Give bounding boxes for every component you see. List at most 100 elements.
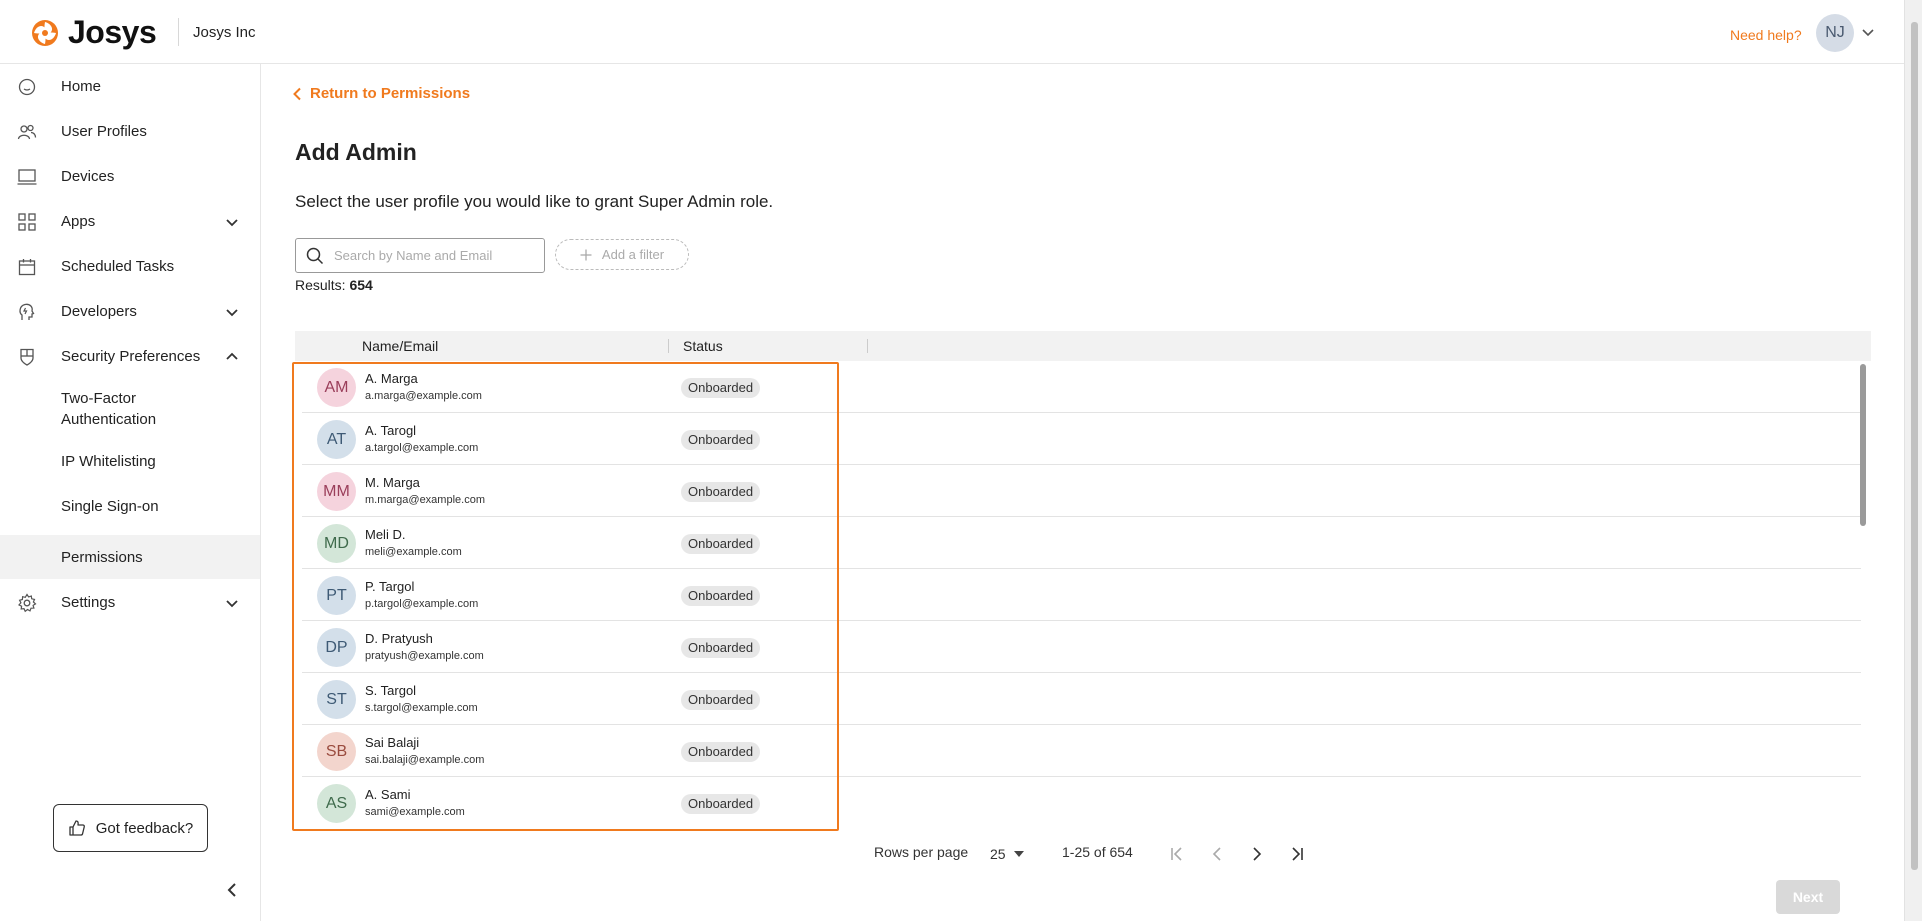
avatar-initials: AM <box>324 378 349 396</box>
sidebar-item-apps[interactable]: Apps <box>0 199 260 244</box>
sidebar-item-label: Apps <box>61 213 96 230</box>
previous-page-icon[interactable] <box>1208 845 1226 863</box>
table-row[interactable]: SB Sai Balaji sai.balaji@example.com Onb… <box>302 725 1861 777</box>
org-name: Josys Inc <box>193 24 256 41</box>
developer-icon <box>19 303 35 320</box>
next-button[interactable]: Next <box>1776 880 1840 914</box>
chevron-down-icon[interactable] <box>225 596 239 610</box>
status-badge: Onboarded <box>681 690 761 710</box>
rows-per-page-label: Rows per page <box>874 844 969 860</box>
table-row[interactable]: AT A. Tarogl a.targol@example.com Onboar… <box>302 413 1861 465</box>
search-input[interactable] <box>334 248 534 263</box>
sidebar-item-scheduled-tasks[interactable]: Scheduled Tasks <box>0 244 260 289</box>
status-badge: Onboarded <box>681 638 761 658</box>
results-label: Results: <box>295 277 346 293</box>
user-name: A. Marga <box>365 371 418 386</box>
window-scrollbar-thumb[interactable] <box>1911 22 1918 870</box>
table-row[interactable]: AS A. Sami sami@example.com Onboarded <box>302 777 1861 829</box>
user-name: M. Marga <box>365 475 420 490</box>
window-scrollbar[interactable] <box>1904 0 1922 921</box>
need-help-link[interactable]: Need help? <box>1730 27 1802 43</box>
avatar-initials: SB <box>325 742 348 760</box>
thumbs-up-icon <box>69 820 85 836</box>
avatar-initials: AT <box>326 430 347 448</box>
sidebar-item-label: Single Sign-on <box>61 498 159 515</box>
table-row[interactable]: MM M. Marga m.marga@example.com Onboarde… <box>302 465 1861 517</box>
home-icon <box>18 78 36 95</box>
sidebar: Home User Profiles Devices Apps Schedule… <box>0 64 261 921</box>
sidebar-item-label: IP Whitelisting <box>61 453 156 470</box>
sidebar-item-single-sign-on[interactable]: Single Sign-on <box>0 484 260 529</box>
next-button-label: Next <box>1792 889 1824 905</box>
table-row[interactable]: MD Meli D. meli@example.com Onboarded <box>302 517 1861 569</box>
sidebar-item-label: Two-Factor Authentication <box>61 390 157 428</box>
avatar: MM <box>317 472 356 511</box>
page-title: Add Admin <box>295 139 417 165</box>
back-link-label: Return to Permissions <box>310 85 471 102</box>
sidebar-item-settings[interactable]: Settings <box>0 580 260 625</box>
avatar: MD <box>317 524 356 563</box>
sidebar-item-developers[interactable]: Developers <box>0 289 260 334</box>
column-divider[interactable] <box>867 339 868 353</box>
sidebar-item-label: Developers <box>61 303 137 320</box>
user-email: sai.balaji@example.com <box>365 754 485 766</box>
column-divider[interactable] <box>668 339 669 353</box>
rows-per-page-select[interactable]: 25 <box>990 844 1024 864</box>
status-badge: Onboarded <box>681 742 761 762</box>
user-email: p.targol@example.com <box>365 598 479 610</box>
feedback-label: Got feedback? <box>95 819 194 837</box>
sidebar-item-security-preferences[interactable]: Security Preferences <box>0 334 260 379</box>
plus-icon <box>580 249 592 260</box>
user-avatar[interactable]: NJ <box>1816 14 1854 52</box>
sidebar-item-label: Permissions <box>61 549 143 566</box>
status-badge: Onboarded <box>681 378 761 398</box>
sidebar-item-devices[interactable]: Devices <box>0 154 260 199</box>
column-header-name-email[interactable]: Name/Email <box>362 338 438 354</box>
avatar: AT <box>317 420 356 459</box>
user-name: Meli D. <box>365 527 406 542</box>
sidebar-item-two-factor-authentication[interactable]: Two-Factor Authentication <box>0 379 260 439</box>
chevron-up-icon[interactable] <box>225 350 239 364</box>
logo-text: Josys <box>68 14 157 50</box>
status-badge: Onboarded <box>681 794 761 814</box>
column-header-status[interactable]: Status <box>683 338 723 354</box>
avatar: AM <box>317 368 356 407</box>
table-row[interactable]: AM A. Marga a.marga@example.com Onboarde… <box>302 361 1861 413</box>
avatar-initials: ST <box>326 690 347 708</box>
user-initials: NJ <box>1825 24 1845 41</box>
user-name: S. Targol <box>365 683 417 698</box>
last-page-icon[interactable] <box>1288 845 1306 863</box>
sidebar-item-ip-whitelisting[interactable]: IP Whitelisting <box>0 439 260 484</box>
chevron-down-icon[interactable] <box>225 305 239 319</box>
table-scrollbar[interactable] <box>1860 364 1866 526</box>
sidebar-item-permissions[interactable]: Permissions <box>0 535 260 579</box>
sidebar-item-label: Settings <box>61 594 116 611</box>
avatar: ST <box>317 680 356 719</box>
status-badge: Onboarded <box>681 430 761 450</box>
gear-icon <box>18 592 37 612</box>
add-filter-button[interactable]: Add a filter <box>555 239 689 270</box>
table-row[interactable]: PT P. Targol p.targol@example.com Onboar… <box>302 569 1861 621</box>
sidebar-item-user-profiles[interactable]: User Profiles <box>0 109 260 154</box>
next-page-icon[interactable] <box>1248 845 1266 863</box>
table-row[interactable]: DP D. Pratyush pratyush@example.com Onbo… <box>302 621 1861 673</box>
laptop-icon <box>17 168 37 185</box>
chevron-down-icon[interactable] <box>225 215 239 229</box>
table-row[interactable]: ST S. Targol s.targol@example.com Onboar… <box>302 673 1861 725</box>
first-page-icon[interactable] <box>1168 845 1186 863</box>
chevron-down-icon[interactable] <box>1862 26 1874 38</box>
avatar: PT <box>317 576 356 615</box>
rows-per-page-value: 25 <box>990 846 1006 862</box>
status-badge: Onboarded <box>681 482 761 502</box>
feedback-button[interactable]: Got feedback? <box>53 804 208 852</box>
table-header: Name/Email Status <box>295 331 1871 361</box>
caret-down-icon <box>1013 851 1024 857</box>
collapse-sidebar-icon[interactable] <box>224 882 240 898</box>
search-field[interactable] <box>295 238 545 273</box>
results-count: Results: 654 <box>295 277 373 293</box>
sidebar-item-home[interactable]: Home <box>0 64 260 109</box>
shield-icon <box>20 348 34 366</box>
josys-logo[interactable]: Josys <box>30 14 157 51</box>
results-value: 654 <box>349 277 373 293</box>
return-to-permissions-link[interactable]: Return to Permissions <box>292 85 470 102</box>
